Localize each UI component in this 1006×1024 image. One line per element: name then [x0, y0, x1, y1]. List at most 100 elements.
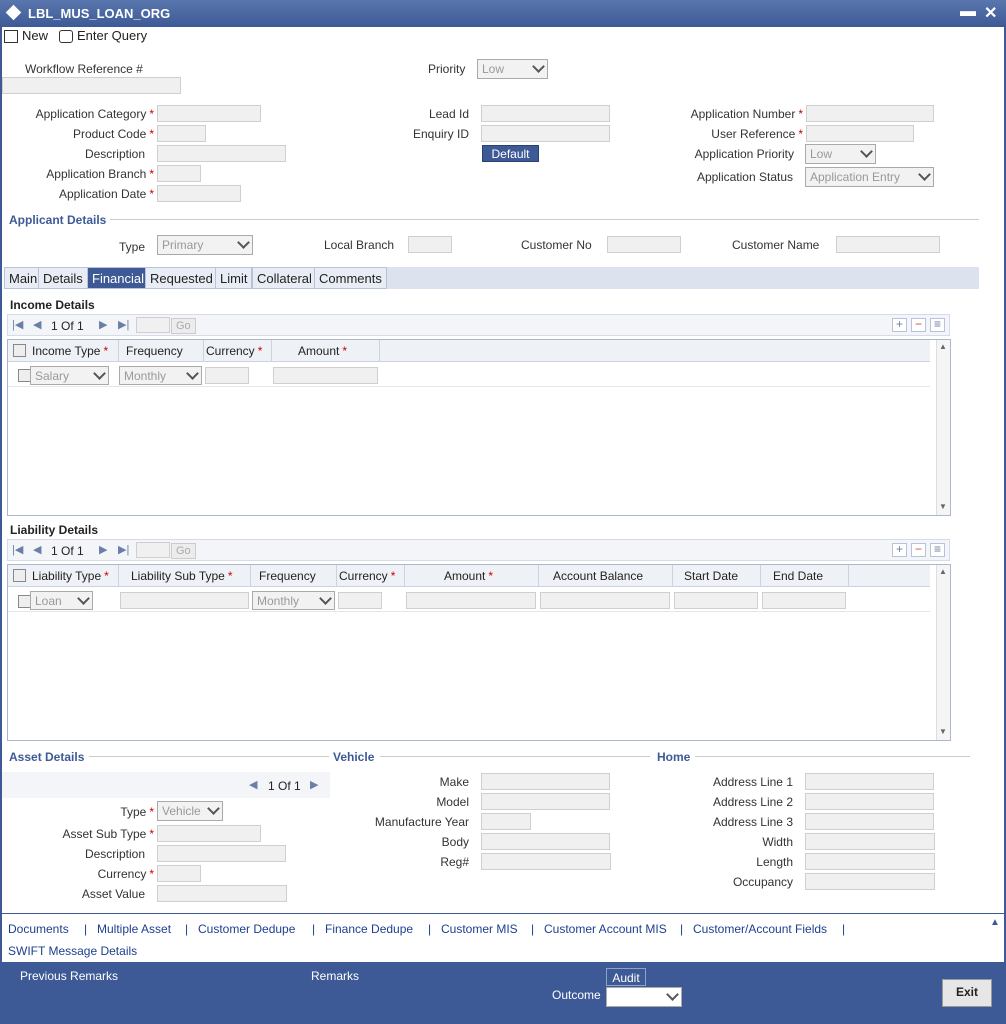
tab-details[interactable]: Details [38, 267, 88, 289]
length-input[interactable] [805, 853, 935, 870]
tab-main[interactable]: Main [4, 267, 43, 289]
enter-query-button[interactable]: Enter Query [59, 28, 147, 44]
previous-remarks-link[interactable]: Previous Remarks [20, 969, 118, 983]
tab-requested[interactable]: Requested [145, 267, 218, 289]
app-category-input[interactable] [157, 105, 261, 122]
liability-currency-input[interactable] [338, 592, 382, 609]
tab-comments[interactable]: Comments [314, 267, 387, 289]
asset-value-input[interactable] [157, 885, 287, 902]
account-balance-input[interactable] [540, 592, 670, 609]
applicant-type-select[interactable]: Primary [157, 235, 253, 255]
next-page-icon[interactable]: ▶ [310, 778, 318, 791]
customer-name-input[interactable] [836, 236, 940, 253]
close-icon[interactable]: ✕ [984, 3, 997, 23]
collapse-up-icon[interactable]: ▲ [990, 917, 1000, 928]
reg-input[interactable] [481, 853, 611, 870]
product-code-input[interactable] [157, 125, 206, 142]
address-line-2-input[interactable] [805, 793, 934, 810]
lead-id-input[interactable] [481, 105, 610, 122]
asset-sub-type-input[interactable] [157, 825, 261, 842]
vertical-scrollbar[interactable]: ▲ ▼ [936, 565, 950, 740]
asset-description-input[interactable] [157, 845, 286, 862]
prev-page-icon[interactable]: ◀ [33, 318, 41, 331]
liability-frequency-select[interactable]: Monthly [252, 591, 335, 610]
income-page-indicator: 1 Of 1 [51, 319, 84, 333]
next-page-icon[interactable]: ▶ [99, 543, 107, 556]
link-finance-dedupe[interactable]: Finance Dedupe [325, 922, 413, 936]
address-line-1-input[interactable] [805, 773, 934, 790]
end-date-input[interactable] [762, 592, 846, 609]
tab-limit[interactable]: Limit [215, 267, 253, 289]
asset-type-select[interactable]: Vehicle [157, 801, 223, 821]
add-row-icon[interactable]: + [892, 543, 907, 557]
workflow-ref-input[interactable] [2, 77, 181, 94]
prev-page-icon[interactable]: ◀ [33, 543, 41, 556]
liability-go-button[interactable]: Go [171, 543, 196, 559]
start-date-input[interactable] [674, 592, 758, 609]
app-priority-select[interactable]: Low [805, 144, 876, 164]
frequency-select[interactable]: Monthly [119, 366, 202, 385]
remarks-link[interactable]: Remarks [311, 969, 359, 983]
manufacture-year-input[interactable] [481, 813, 531, 830]
scroll-down-icon[interactable]: ▼ [939, 727, 947, 736]
minimize-icon[interactable]: ▬ [960, 3, 976, 21]
model-input[interactable] [481, 793, 610, 810]
add-row-icon[interactable]: + [892, 318, 907, 332]
description-input[interactable] [157, 145, 286, 162]
next-page-icon[interactable]: ▶ [99, 318, 107, 331]
income-page-input[interactable] [136, 317, 170, 333]
occupancy-input[interactable] [805, 873, 935, 890]
scroll-up-icon[interactable]: ▲ [939, 567, 947, 576]
local-branch-input[interactable] [408, 236, 452, 253]
body-input[interactable] [481, 833, 610, 850]
default-button[interactable]: Default [482, 145, 539, 162]
last-page-icon[interactable]: ▶| [118, 318, 129, 331]
last-page-icon[interactable]: ▶| [118, 543, 129, 556]
asset-currency-input[interactable] [157, 865, 201, 882]
liability-type-select[interactable]: Loan [30, 591, 93, 610]
link-customer-account-mis[interactable]: Customer Account MIS [544, 922, 667, 936]
first-page-icon[interactable]: |◀ [12, 543, 23, 556]
list-view-icon[interactable]: ≡ [930, 543, 945, 557]
app-number-input[interactable] [806, 105, 934, 122]
app-date-input[interactable] [157, 185, 241, 202]
liability-page-input[interactable] [136, 542, 170, 558]
address-line-3-input[interactable] [805, 813, 934, 830]
link-swift-message-details[interactable]: SWIFT Message Details [8, 944, 137, 958]
customer-no-input[interactable] [607, 236, 681, 253]
exit-button[interactable]: Exit [942, 979, 992, 1007]
liability-amount-input[interactable] [406, 592, 536, 609]
audit-button[interactable]: Audit [606, 968, 646, 986]
scroll-up-icon[interactable]: ▲ [939, 342, 947, 351]
app-branch-input[interactable] [157, 165, 201, 182]
vertical-scrollbar[interactable]: ▲ ▼ [936, 340, 950, 515]
first-page-icon[interactable]: |◀ [12, 318, 23, 331]
make-input[interactable] [481, 773, 610, 790]
priority-select[interactable]: Low [477, 59, 548, 79]
user-ref-input[interactable] [806, 125, 914, 142]
tab-financial[interactable]: Financial [87, 267, 150, 289]
outcome-select[interactable] [606, 987, 682, 1007]
scroll-down-icon[interactable]: ▼ [939, 502, 947, 511]
delete-row-icon[interactable]: − [911, 318, 926, 332]
select-all-checkbox[interactable] [13, 344, 26, 357]
prev-page-icon[interactable]: ◀ [249, 778, 257, 791]
link-multiple-asset[interactable]: Multiple Asset [97, 922, 171, 936]
new-button[interactable]: New [4, 28, 48, 44]
income-go-button[interactable]: Go [171, 318, 196, 334]
list-view-icon[interactable]: ≡ [930, 318, 945, 332]
link-customer-mis[interactable]: Customer MIS [441, 922, 518, 936]
app-status-select[interactable]: Application Entry [805, 167, 934, 187]
link-customer-account-fields[interactable]: Customer/Account Fields [693, 922, 827, 936]
liability-sub-type-input[interactable] [120, 592, 249, 609]
income-type-select[interactable]: Salary [30, 366, 109, 385]
tab-collateral[interactable]: Collateral [252, 267, 317, 289]
link-documents[interactable]: Documents [8, 922, 69, 936]
enquiry-id-input[interactable] [481, 125, 610, 142]
width-input[interactable] [805, 833, 935, 850]
amount-input[interactable] [273, 367, 378, 384]
currency-input[interactable] [205, 367, 249, 384]
link-customer-dedupe[interactable]: Customer Dedupe [198, 922, 295, 936]
select-all-checkbox[interactable] [13, 569, 26, 582]
delete-row-icon[interactable]: − [911, 543, 926, 557]
